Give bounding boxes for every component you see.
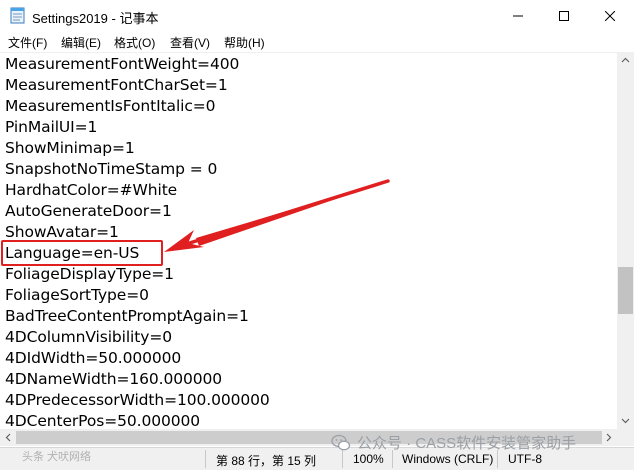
annotation-arrow-icon (164, 179, 390, 252)
notepad-window: Settings2019 - 记事本 文件(F) 编辑(E) 格式(O) 查看(… (0, 0, 634, 470)
wechat-icon (331, 434, 351, 450)
watermark-left: 头条 犬吠网络 (22, 451, 92, 463)
watermark-text: 公众号 · CASS软件安装管家助手 (357, 435, 577, 452)
watermark: 公众号 · CASS软件安装管家助手 (331, 432, 576, 453)
